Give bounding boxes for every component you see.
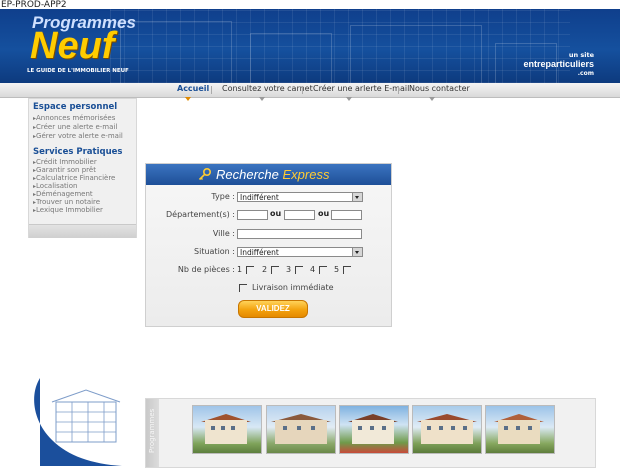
pieces-5-checkbox[interactable] [343,266,351,274]
nav-item-accueil[interactable]: Accueil [177,84,209,93]
pieces-5-label: 5 [334,265,340,274]
nav-arrow-icon [346,97,352,101]
pieces-3-checkbox[interactable] [295,266,303,274]
ou-label: ou [270,209,282,218]
gallery-thumb[interactable] [192,405,262,454]
type-select-value: Indifférent [240,193,279,202]
departement-input-3[interactable] [331,210,362,220]
situation-select-value: Indifférent [240,248,279,257]
situation-select[interactable]: Indifférent [237,247,363,257]
departement-input-1[interactable] [237,210,268,220]
nav-item-contact[interactable]: Nous contacter [409,84,470,93]
programmes-gallery: Programmes [145,398,596,468]
key-icon [198,167,212,181]
gallery-thumb[interactable] [266,405,336,454]
nav-separator [302,86,303,94]
pieces-1-checkbox[interactable] [246,266,254,274]
validez-button[interactable]: VALIDEZ [238,300,308,318]
chevron-down-icon [352,193,362,201]
nav-item-carnet[interactable]: Consultez votre carnet [222,84,313,93]
sidebar-item-gerer-alerte[interactable]: Gérer votre alerte e-mail [33,132,123,140]
partner-site-link[interactable]: entreparticuliers [523,59,594,69]
gallery-thumb[interactable] [485,405,555,454]
main-nav: Accueil Consultez votre carnet Créer une… [0,83,620,98]
gallery-thumb[interactable] [339,405,409,454]
gallery-side-label: Programmes [148,408,156,453]
banner-building [250,33,332,83]
nav-separator [398,86,399,94]
type-label: Type : [211,192,235,201]
departement-label: Département(s) : [166,210,235,219]
sidebar-item-credit[interactable]: Crédit Immobilier [33,158,97,166]
search-title-highlight: Express [282,167,330,182]
chevron-down-icon [352,248,362,256]
sidebar-item-demenagement[interactable]: Déménagement [33,190,93,198]
sidebar: Espace personnel Annonces mémorisées Cré… [28,98,137,238]
pieces-2-checkbox[interactable] [271,266,279,274]
espace-personnel-title: Espace personnel [33,102,118,112]
pieces-label: Nb de pièces : [177,265,235,274]
partner-site-tld: .com [577,70,594,77]
ville-label: Ville : [212,229,235,238]
banner-building [350,25,482,83]
pieces-4-checkbox[interactable] [319,266,327,274]
situation-label: Situation : [194,247,235,256]
sidebar-item-localisation[interactable]: Localisation [33,182,77,190]
pieces-1-label: 1 [237,265,243,274]
livraison-checkbox[interactable] [239,284,247,292]
gallery-side-tab: Programmes [146,399,159,467]
sidebar-item-garantir[interactable]: Garantir son prêt [33,166,96,174]
sidebar-item-creer-alerte[interactable]: Créer une alerte e-mail [33,123,117,131]
nav-separator [211,86,212,94]
site-by-label: un site [568,51,594,59]
programmes-neuf-emblem-icon [34,378,123,466]
search-header: Recherche Express [146,164,391,185]
sidebar-item-annonces[interactable]: Annonces mémorisées [33,114,115,122]
sidebar-item-notaire[interactable]: Trouver un notaire [33,198,100,206]
nav-arrow-icon [429,97,435,101]
ou-label: ou [318,209,330,218]
ville-input[interactable] [237,229,362,239]
banner-building [120,21,232,83]
header-banner: Programmes Neuf LE GUIDE DE L'IMMOBILIER… [0,9,620,83]
livraison-label: Livraison immédiate [252,283,334,292]
departement-input-2[interactable] [284,210,315,220]
logo-main-text: Neuf [30,25,115,67]
pieces-3-label: 3 [286,265,292,274]
nav-arrow-icon [259,97,265,101]
nav-item-alerte[interactable]: Créer une arlerte E-mail [313,84,409,93]
type-select[interactable]: Indifférent [237,192,363,202]
sidebar-item-calculatrice[interactable]: Calculatrice Financière [33,174,115,182]
gallery-thumb[interactable] [412,405,482,454]
search-title-main: Recherche [216,167,283,182]
logo-tagline: LE GUIDE DE L'IMMOBILIER NEUF [27,68,129,74]
nav-active-arrow-icon [185,97,191,101]
sidebar-item-lexique[interactable]: Lexique Immobilier [33,206,103,214]
sidebar-footer-bar [29,224,136,238]
pieces-2-label: 2 [262,265,268,274]
services-pratiques-title: Services Pratiques [33,147,123,157]
recherche-express-panel: Recherche Express Type : Indifférent Dép… [145,163,392,327]
search-title: Recherche Express [216,167,329,182]
pieces-4-label: 4 [310,265,316,274]
